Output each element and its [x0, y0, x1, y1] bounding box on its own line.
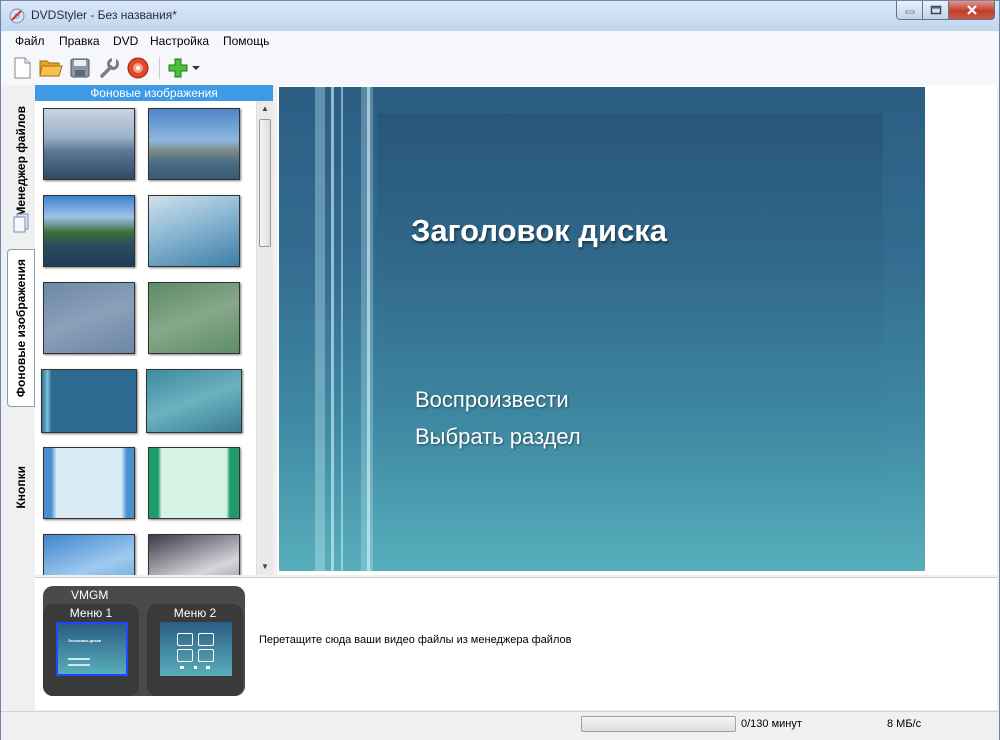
- disc-title[interactable]: Заголовок диска: [411, 213, 667, 249]
- menu-1-thumbnail: Заголовок диска: [56, 622, 128, 676]
- nav-home: [194, 666, 197, 669]
- decorative-stripe: [367, 87, 370, 571]
- menu-card-label: Меню 2: [173, 606, 217, 620]
- minimize-icon: [905, 10, 914, 14]
- nav-arrow: [206, 666, 210, 669]
- side-tabs: Менеджер файлов Фоновые изображения Кноп…: [7, 87, 35, 575]
- tab-buttons-label: Кнопки: [14, 465, 28, 509]
- background-thumbnail[interactable]: [43, 195, 135, 267]
- chapters-menu-button[interactable]: Выбрать раздел: [415, 424, 581, 450]
- save-button[interactable]: [67, 55, 93, 81]
- background-thumbnail[interactable]: [43, 447, 135, 519]
- background-thumbnail[interactable]: [148, 195, 240, 267]
- menu-editor-canvas: Заголовок диска Воспроизвести Выбрать ра…: [277, 85, 997, 575]
- toolbar: [1, 51, 999, 85]
- disc-usage-progress: [581, 716, 736, 732]
- tab-buttons[interactable]: Кнопки: [7, 457, 35, 517]
- play-menu-button[interactable]: Воспроизвести: [415, 387, 569, 413]
- file-manager-icon: [13, 213, 29, 233]
- menu-card-1[interactable]: Меню 1 Заголовок диска: [43, 604, 139, 696]
- background-thumbnails: [35, 101, 255, 575]
- background-thumbnail[interactable]: [43, 108, 135, 180]
- background-thumbnail[interactable]: [41, 369, 137, 433]
- open-button[interactable]: [38, 55, 64, 81]
- tab-backgrounds-label: Фоновые изображения: [14, 258, 28, 398]
- mini-button-line: [68, 664, 90, 666]
- toolbar-separator: [159, 57, 160, 79]
- minimize-button[interactable]: [896, 1, 923, 20]
- settings-icon: [100, 58, 119, 78]
- panel-scrollbar[interactable]: ▲ ▼: [256, 101, 273, 575]
- open-icon: [39, 60, 63, 77]
- nav-arrow: [180, 666, 184, 669]
- scroll-up-arrow[interactable]: ▲: [257, 101, 273, 117]
- add-button[interactable]: [165, 55, 191, 81]
- background-thumbnail[interactable]: [43, 534, 135, 575]
- app-window: DVDStyler - Без названия* Файл Правка DV…: [0, 0, 1000, 740]
- menu-settings[interactable]: Настройка: [150, 34, 209, 48]
- background-thumbnail[interactable]: [146, 369, 242, 433]
- menu-edit[interactable]: Правка: [59, 34, 100, 48]
- menu-preview[interactable]: Заголовок диска Воспроизвести Выбрать ра…: [279, 87, 925, 571]
- dvdstyler-app-icon: [9, 8, 25, 24]
- menu-card-2[interactable]: Меню 2: [147, 604, 243, 696]
- menu-file[interactable]: Файл: [15, 34, 45, 48]
- menu-help[interactable]: Помощь: [223, 34, 269, 48]
- chapter-box: [177, 649, 193, 662]
- titleset-manager: VMGM Меню 1 Заголовок диска Меню 2 Перет…: [35, 577, 997, 710]
- bitrate-status: 8 МБ/с: [887, 718, 922, 730]
- menu-dvd[interactable]: DVD: [113, 34, 138, 48]
- background-thumbnail[interactable]: [148, 108, 240, 180]
- chapter-box: [198, 649, 214, 662]
- decorative-stripe: [341, 87, 343, 571]
- chapter-box: [198, 633, 214, 646]
- close-button[interactable]: [949, 1, 995, 20]
- add-dropdown-button[interactable]: [189, 55, 203, 81]
- chapter-box: [177, 633, 193, 646]
- burn-button[interactable]: [125, 55, 151, 81]
- settings-button[interactable]: [96, 55, 122, 81]
- burn-disc-icon: [127, 57, 149, 79]
- duration-status: 0/130 минут: [741, 718, 802, 730]
- new-button[interactable]: [9, 55, 35, 81]
- backgrounds-panel: Фоновые изображения ▲ ▼: [35, 85, 273, 575]
- tab-file-manager-label: Менеджер файлов: [14, 105, 28, 217]
- vmgm-label: VMGM: [71, 588, 109, 602]
- preview-inner-frame: [377, 113, 883, 549]
- mini-button-line: [68, 658, 90, 660]
- title-bar: DVDStyler - Без названия*: [1, 1, 999, 31]
- menu-card-label: Меню 1: [69, 606, 113, 620]
- close-icon: [966, 5, 977, 15]
- scrollbar-thumb[interactable]: [259, 119, 271, 247]
- panel-header: Фоновые изображения: [35, 85, 273, 101]
- window-controls: [896, 1, 995, 21]
- add-icon: [168, 58, 188, 78]
- background-thumbnail[interactable]: [148, 534, 240, 575]
- menu-2-thumbnail: [160, 622, 232, 676]
- background-thumbnail[interactable]: [148, 282, 240, 354]
- maximize-button[interactable]: [923, 1, 949, 20]
- status-bar: 0/130 минут 8 МБ/с: [1, 711, 999, 740]
- background-thumbnail[interactable]: [148, 447, 240, 519]
- maximize-icon: [930, 5, 941, 15]
- drop-hint: Перетащите сюда ваши видео файлы из мене…: [259, 634, 572, 646]
- mini-title: Заголовок диска: [68, 638, 102, 643]
- tab-backgrounds[interactable]: Фоновые изображения: [7, 249, 35, 407]
- chevron-down-icon: [192, 66, 200, 70]
- window-title: DVDStyler - Без названия*: [31, 8, 177, 22]
- save-icon: [70, 58, 90, 78]
- menu-bar: Файл Правка DVD Настройка Помощь: [1, 31, 999, 51]
- decorative-stripe: [331, 87, 334, 571]
- decorative-stripe: [315, 87, 325, 571]
- vmgm-group: VMGM Меню 1 Заголовок диска Меню 2: [43, 586, 245, 696]
- new-icon: [14, 57, 31, 79]
- scroll-down-arrow[interactable]: ▼: [257, 559, 273, 575]
- background-thumbnail[interactable]: [43, 282, 135, 354]
